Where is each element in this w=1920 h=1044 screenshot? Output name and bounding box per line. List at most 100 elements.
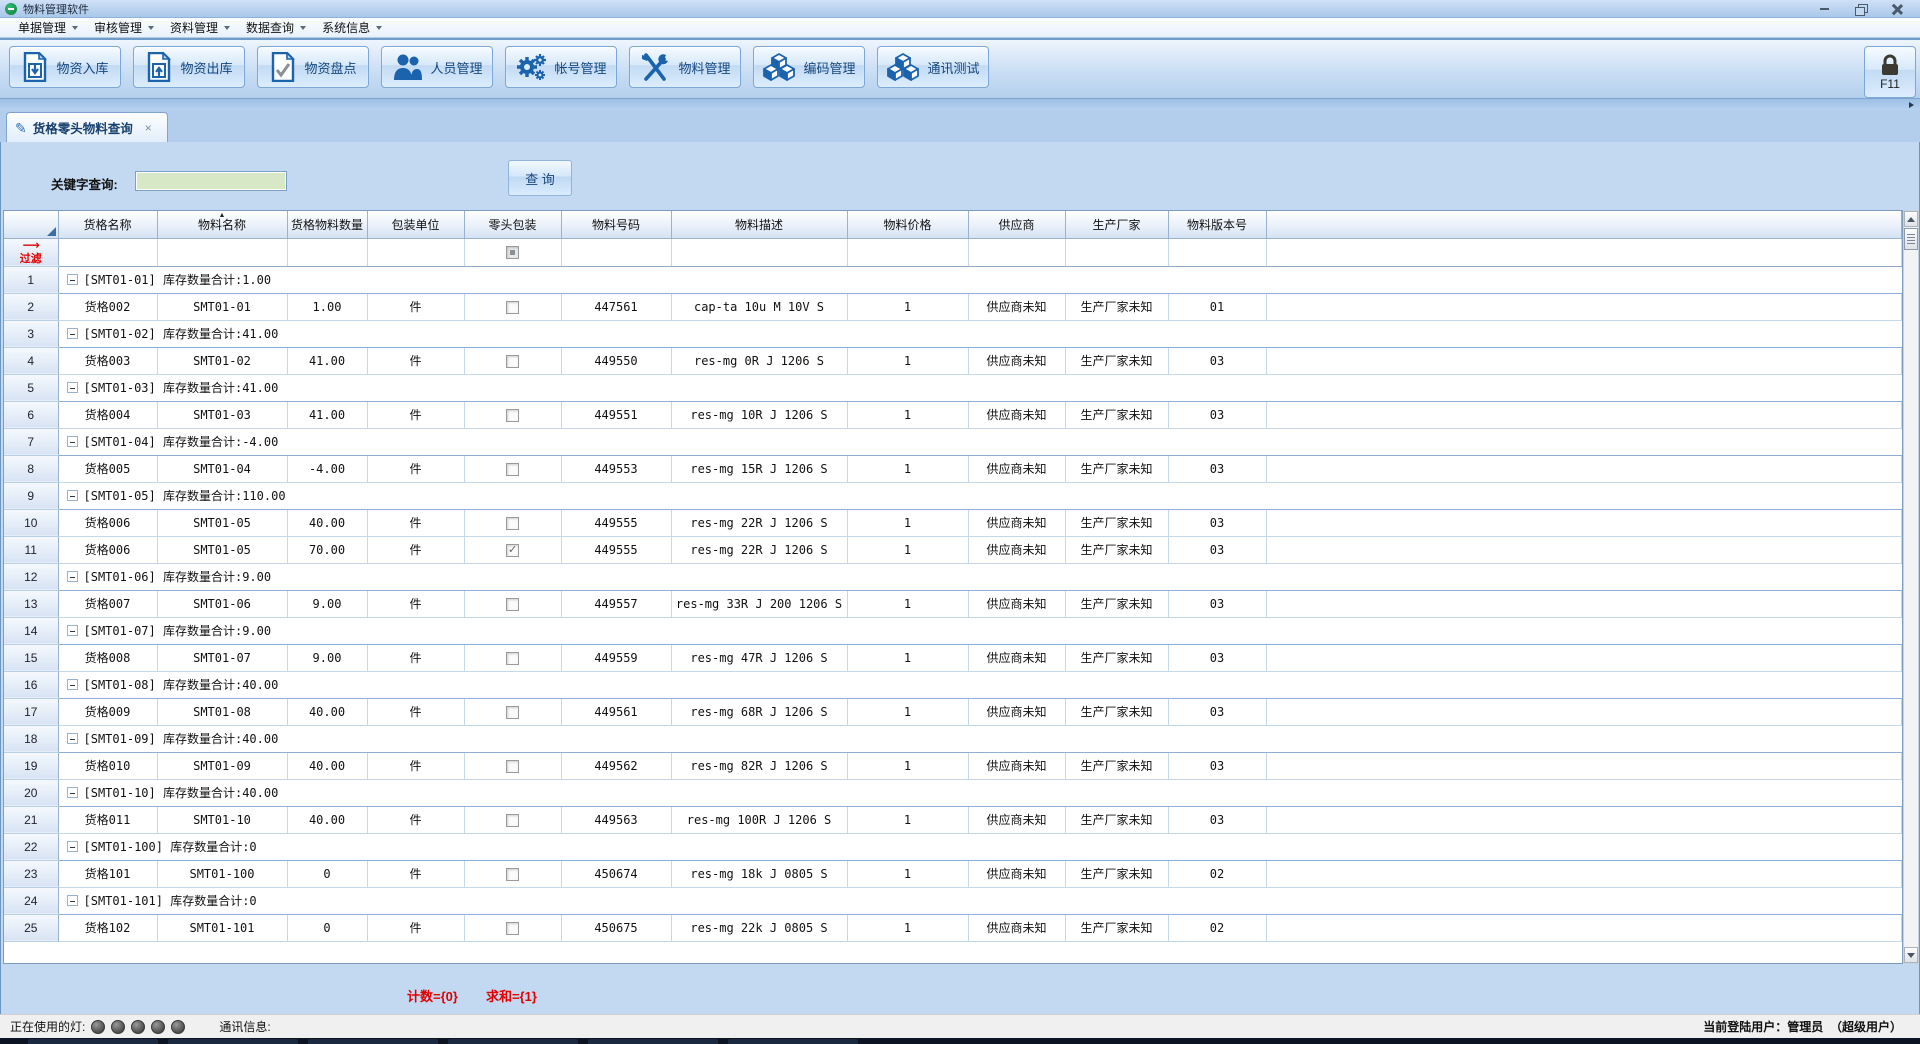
lingtou-checkbox[interactable]: [506, 922, 519, 935]
lingtou-checkbox[interactable]: [506, 706, 519, 719]
keyword-query-input[interactable]: [135, 171, 287, 191]
lingtou-checkbox[interactable]: [506, 652, 519, 665]
menu-item-ziliao[interactable]: 资料管理: [162, 17, 238, 38]
stock-in-button[interactable]: 物资入库: [9, 46, 121, 88]
close-button[interactable]: [1890, 3, 1904, 15]
menu-item-danju[interactable]: 单据管理: [10, 17, 86, 38]
group-row[interactable]: 9[SMT01-05] 库存数量合计:110.00: [4, 482, 1902, 509]
lingtou-checkbox[interactable]: [506, 409, 519, 422]
filter-cell[interactable]: [561, 238, 671, 266]
table-row[interactable]: 2货格002SMT01-011.00件447561cap-ta 10u M 10…: [4, 293, 1902, 320]
filter-checkbox[interactable]: [506, 246, 519, 259]
filter-cell[interactable]: [1168, 238, 1266, 266]
table-row[interactable]: 4货格003SMT01-0241.00件449550res-mg 0R J 12…: [4, 347, 1902, 374]
collapse-icon[interactable]: [67, 841, 78, 852]
col-header-huoge-name[interactable]: 货格名称: [58, 211, 157, 238]
col-header-price[interactable]: 物料价格: [847, 211, 968, 238]
restore-button[interactable]: [1854, 3, 1868, 15]
encoding-button[interactable]: 编码管理: [753, 46, 865, 88]
vertical-scrollbar[interactable]: [1903, 210, 1919, 964]
collapse-icon[interactable]: [67, 490, 78, 501]
query-button[interactable]: 查 询: [508, 160, 572, 196]
group-row[interactable]: 5[SMT01-03] 库存数量合计:41.00: [4, 374, 1902, 401]
col-header-version[interactable]: 物料版本号: [1168, 211, 1266, 238]
group-row[interactable]: 1[SMT01-01] 库存数量合计:1.00: [4, 266, 1902, 293]
col-header-desc[interactable]: 物料描述: [671, 211, 847, 238]
group-row[interactable]: 24[SMT01-101] 库存数量合计:0: [4, 887, 1902, 914]
lingtou-checkbox[interactable]: [506, 355, 519, 368]
col-header-lingtou[interactable]: 零头包装: [464, 211, 561, 238]
col-header-code[interactable]: 物料号码: [561, 211, 671, 238]
filter-cell[interactable]: [671, 238, 847, 266]
filter-cell[interactable]: [968, 238, 1065, 266]
col-header-qty[interactable]: 货格物料数量: [287, 211, 367, 238]
group-row[interactable]: 12[SMT01-06] 库存数量合计:9.00: [4, 563, 1902, 590]
toolbar-overflow-icon[interactable]: [1909, 102, 1914, 108]
menu-item-shenhe[interactable]: 审核管理: [86, 17, 162, 38]
group-row[interactable]: 14[SMT01-07] 库存数量合计:9.00: [4, 617, 1902, 644]
menu-item-shuju[interactable]: 数据查询: [238, 17, 314, 38]
col-header-supplier[interactable]: 供应商: [968, 211, 1065, 238]
filter-flag-cell[interactable]: ⟶过滤: [4, 238, 58, 266]
scroll-down-button[interactable]: [1904, 947, 1918, 963]
grid-corner-cell[interactable]: [4, 211, 58, 238]
tab-huoge-lingtou-query[interactable]: ✎ 货格零头物料查询 ×: [6, 112, 168, 142]
minimize-button[interactable]: [1818, 3, 1832, 15]
col-header-unit[interactable]: 包装单位: [367, 211, 464, 238]
personnel-button[interactable]: 人员管理: [381, 46, 493, 88]
lingtou-checkbox[interactable]: [506, 598, 519, 611]
lingtou-checkbox[interactable]: [506, 814, 519, 827]
menu-item-xitong[interactable]: 系统信息: [314, 17, 390, 38]
table-row[interactable]: 10货格006SMT01-0540.00件449555res-mg 22R J …: [4, 509, 1902, 536]
table-row[interactable]: 6货格004SMT01-0341.00件449551res-mg 10R J 1…: [4, 401, 1902, 428]
filter-cell[interactable]: [367, 238, 464, 266]
table-row[interactable]: 25货格102SMT01-1010件450675res-mg 22k J 080…: [4, 914, 1902, 941]
lingtou-checkbox[interactable]: [506, 463, 519, 476]
group-row[interactable]: 18[SMT01-09] 库存数量合计:40.00: [4, 725, 1902, 752]
lingtou-checkbox[interactable]: [506, 544, 519, 557]
windows-taskbar[interactable]: [0, 1038, 1920, 1044]
collapse-icon[interactable]: [67, 328, 78, 339]
account-button[interactable]: 帐号管理: [505, 46, 617, 88]
table-row[interactable]: 8货格005SMT01-04-4.00件449553res-mg 15R J 1…: [4, 455, 1902, 482]
collapse-icon[interactable]: [67, 625, 78, 636]
table-row[interactable]: 11货格006SMT01-0570.00件449555res-mg 22R J …: [4, 536, 1902, 563]
filter-cell[interactable]: [157, 238, 287, 266]
collapse-icon[interactable]: [67, 382, 78, 393]
col-header-wuliao-name[interactable]: ▲物料名称: [157, 211, 287, 238]
scrollbar-thumb[interactable]: [1904, 228, 1918, 250]
collapse-icon[interactable]: [67, 787, 78, 798]
tab-close-icon[interactable]: ×: [145, 121, 152, 135]
collapse-icon[interactable]: [67, 436, 78, 447]
group-row[interactable]: 20[SMT01-10] 库存数量合计:40.00: [4, 779, 1902, 806]
lingtou-checkbox[interactable]: [506, 868, 519, 881]
col-header-maker[interactable]: 生产厂家: [1065, 211, 1168, 238]
table-row[interactable]: 23货格101SMT01-1000件450674res-mg 18k J 080…: [4, 860, 1902, 887]
stock-out-button[interactable]: 物资出库: [133, 46, 245, 88]
material-button[interactable]: 物料管理: [629, 46, 741, 88]
collapse-icon[interactable]: [67, 679, 78, 690]
table-row[interactable]: 17货格009SMT01-0840.00件449561res-mg 68R J …: [4, 698, 1902, 725]
scroll-up-button[interactable]: [1904, 211, 1918, 227]
group-row[interactable]: 3[SMT01-02] 库存数量合计:41.00: [4, 320, 1902, 347]
collapse-icon[interactable]: [67, 274, 78, 285]
filter-cell[interactable]: [464, 238, 561, 266]
lock-button[interactable]: F11: [1864, 46, 1916, 98]
group-row[interactable]: 22[SMT01-100] 库存数量合计:0: [4, 833, 1902, 860]
collapse-icon[interactable]: [67, 895, 78, 906]
lingtou-checkbox[interactable]: [506, 760, 519, 773]
filter-cell[interactable]: [1065, 238, 1168, 266]
stock-check-button[interactable]: 物资盘点: [257, 46, 369, 88]
table-row[interactable]: 15货格008SMT01-079.00件449559res-mg 47R J 1…: [4, 644, 1902, 671]
group-row[interactable]: 16[SMT01-08] 库存数量合计:40.00: [4, 671, 1902, 698]
table-row[interactable]: 19货格010SMT01-0940.00件449562res-mg 82R J …: [4, 752, 1902, 779]
group-row[interactable]: 7[SMT01-04] 库存数量合计:-4.00: [4, 428, 1902, 455]
table-row[interactable]: 13货格007SMT01-069.00件449557res-mg 33R J 2…: [4, 590, 1902, 617]
comm-test-button[interactable]: 通讯测试: [877, 46, 989, 88]
filter-cell[interactable]: [58, 238, 157, 266]
collapse-icon[interactable]: [67, 571, 78, 582]
collapse-icon[interactable]: [67, 733, 78, 744]
lingtou-checkbox[interactable]: [506, 517, 519, 530]
table-row[interactable]: 21货格011SMT01-1040.00件449563res-mg 100R J…: [4, 806, 1902, 833]
filter-cell[interactable]: [287, 238, 367, 266]
